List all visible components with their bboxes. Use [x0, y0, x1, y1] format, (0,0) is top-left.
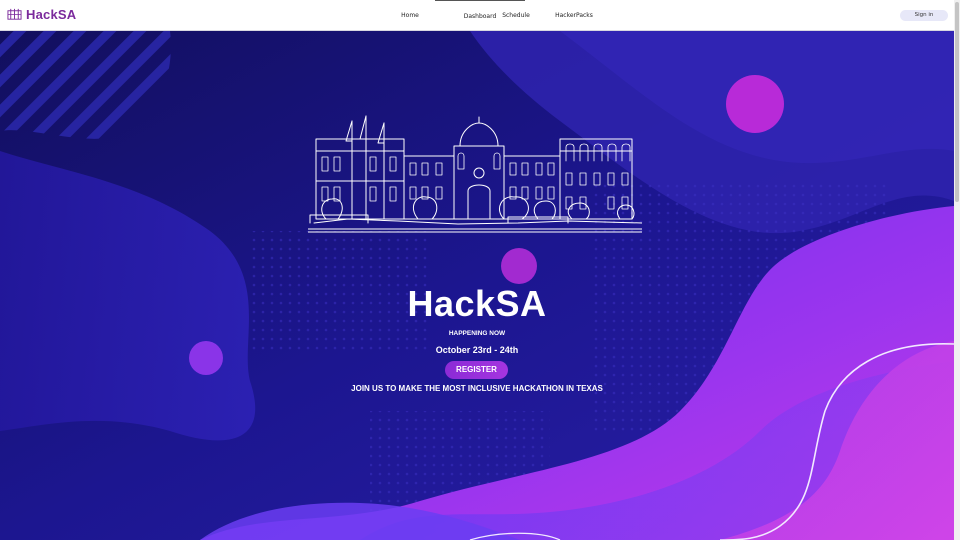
building-illustration	[308, 115, 642, 233]
page-scrollbar[interactable]	[954, 0, 960, 540]
nav-schedule[interactable]: Schedule	[498, 0, 534, 31]
scrollbar-thumb[interactable]	[955, 2, 959, 202]
main-nav: Home Dashboard Schedule HackerPacks	[0, 0, 954, 31]
register-button[interactable]: REGISTER	[445, 361, 508, 379]
hero-section: HackSA HAPPENING NOW October 23rd - 24th…	[0, 31, 954, 540]
top-nav-bar: HackSA Home Dashboard Schedule HackerPac…	[0, 0, 954, 31]
nav-hackerpacks[interactable]: HackerPacks	[552, 0, 596, 31]
hero-tagline: HAPPENING NOW	[448, 330, 506, 337]
hero-subtitle: JOIN US TO MAKE THE MOST INCLUSIVE HACKA…	[351, 384, 603, 393]
sign-in-button[interactable]: Sign in	[900, 10, 948, 21]
event-dates: October 23rd - 24th	[435, 345, 519, 355]
hero-title: HackSA	[407, 283, 547, 324]
nav-home[interactable]: Home	[395, 0, 425, 31]
